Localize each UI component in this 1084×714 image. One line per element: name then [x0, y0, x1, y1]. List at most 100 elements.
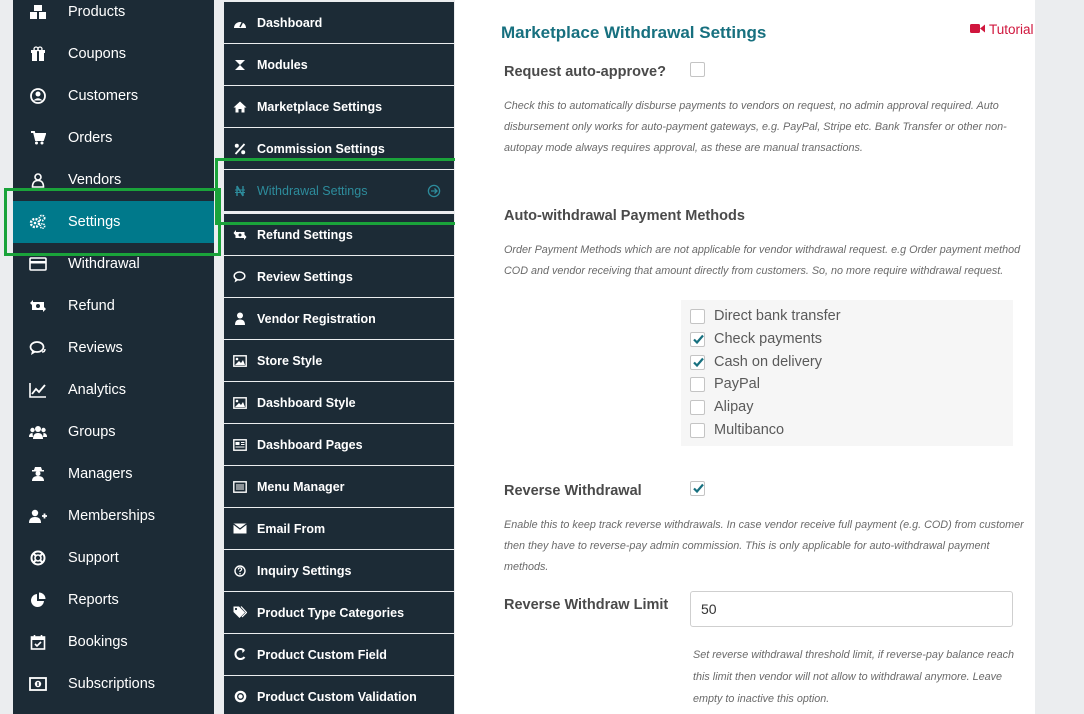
menu-item-customers[interactable]: Customers	[13, 75, 214, 117]
user-secret-icon	[29, 465, 47, 483]
tachometer-icon	[233, 16, 247, 30]
settings-item-label: Product Custom Field	[257, 647, 387, 662]
alipay-checkbox[interactable]	[690, 399, 705, 415]
arrow-right-circle-icon	[427, 184, 441, 198]
settings-item-label: Review Settings	[257, 269, 353, 284]
reverse-withdrawal-label: Reverse Withdrawal	[504, 483, 642, 499]
settings-item-label: Menu Manager	[257, 479, 345, 494]
settings-item-label: Vendor Registration	[257, 311, 376, 326]
settings-item-withdrawal[interactable]: Withdrawal Settings	[224, 170, 454, 211]
currency-icon	[233, 184, 247, 198]
exchange-icon	[233, 228, 247, 242]
auto-approve-label: Request auto-approve?	[504, 64, 666, 80]
pie-chart-icon	[29, 591, 47, 609]
line-chart-icon	[29, 381, 47, 399]
settings-item-label: Refund Settings	[257, 227, 353, 242]
settings-item-label: Dashboard	[257, 15, 323, 30]
settings-item-dashboard[interactable]: Dashboard	[224, 2, 454, 43]
image-icon	[233, 354, 247, 368]
settings-item-dashboard-pages[interactable]: Dashboard Pages	[224, 424, 454, 465]
settings-item-product-custom-field[interactable]: Product Custom Field	[224, 634, 454, 675]
menu-item-label: Support	[68, 550, 119, 566]
menu-item-withdrawal[interactable]: Withdrawal	[13, 243, 214, 285]
page-title: Marketplace Withdrawal Settings	[501, 23, 767, 42]
payment-method-label: Multibanco	[714, 422, 785, 438]
menu-item-groups[interactable]: Groups	[13, 411, 214, 453]
settings-item-modules[interactable]: Modules	[224, 44, 454, 85]
settings-item-menu-manager[interactable]: Menu Manager	[224, 466, 454, 507]
direct-bank-transfer-checkbox[interactable]	[690, 308, 705, 324]
video-camera-icon	[970, 22, 985, 37]
settings-item-refund[interactable]: Refund Settings	[224, 214, 454, 255]
menu-item-label: Products	[68, 4, 126, 20]
custom-field-icon	[233, 648, 247, 662]
user-icon	[233, 312, 247, 326]
credit-card-icon	[29, 255, 47, 273]
settings-item-label: Modules	[257, 57, 308, 72]
comments-icon	[233, 270, 247, 284]
settings-item-label: Inquiry Settings	[257, 563, 352, 578]
menu-item-managers[interactable]: Managers	[13, 453, 214, 495]
settings-item-product-custom-validation[interactable]: Product Custom Validation	[224, 676, 454, 714]
checkmark-icon	[693, 357, 704, 367]
payment-method-label: Check payments	[714, 331, 822, 347]
menu-item-orders[interactable]: Orders	[13, 117, 214, 159]
calendar-check-icon	[29, 633, 47, 651]
menu-item-label: Managers	[68, 466, 133, 482]
menu-item-reports[interactable]: Reports	[13, 579, 214, 621]
payment-method-option[interactable]: Direct bank transfer	[690, 306, 841, 326]
cash-on-delivery-checkbox[interactable]	[690, 354, 705, 370]
comments-icon	[29, 339, 47, 357]
settings-submenu: Dashboard Modules Marketplace Settings C…	[224, 0, 454, 714]
settings-item-review[interactable]: Review Settings	[224, 256, 454, 297]
payment-method-option[interactable]: Multibanco	[690, 420, 784, 440]
settings-item-email-from[interactable]: Email From	[224, 508, 454, 549]
menu-item-analytics[interactable]: Analytics	[13, 369, 214, 411]
reverse-withdrawal-checkbox[interactable]	[690, 481, 705, 496]
percent-icon	[233, 142, 247, 156]
menu-item-vendors[interactable]: Vendors	[13, 159, 214, 201]
menu-item-label: Groups	[68, 424, 116, 440]
tutorial-link[interactable]: Tutorial	[970, 22, 1034, 37]
payment-method-option[interactable]: Cash on delivery	[690, 352, 822, 372]
tutorial-label: Tutorial	[989, 22, 1034, 37]
menu-item-subscriptions[interactable]: Subscriptions	[13, 663, 214, 705]
settings-item-commission[interactable]: Commission Settings	[224, 128, 454, 169]
payment-method-label: Direct bank transfer	[714, 308, 841, 324]
envelope-icon	[233, 522, 247, 536]
settings-item-product-type-categories[interactable]: Product Type Categories	[224, 592, 454, 633]
settings-item-store-style[interactable]: Store Style	[224, 340, 454, 381]
payment-methods-list: Direct bank transfer Check payments Cash…	[681, 300, 1013, 446]
menu-item-refund[interactable]: Refund	[13, 285, 214, 327]
menu-item-coupons[interactable]: Coupons	[13, 33, 214, 75]
user-circle-icon	[29, 87, 47, 105]
menu-item-label: Withdrawal	[68, 256, 140, 272]
payment-method-option[interactable]: Alipay	[690, 397, 754, 417]
multibanco-checkbox[interactable]	[690, 422, 705, 438]
payment-method-option[interactable]: Check payments	[690, 329, 822, 349]
settings-item-dashboard-style[interactable]: Dashboard Style	[224, 382, 454, 423]
menu-item-bookings[interactable]: Bookings	[13, 621, 214, 663]
menu-item-settings[interactable]: Settings	[13, 201, 214, 243]
payment-method-option[interactable]: PayPal	[690, 374, 760, 394]
menu-item-support[interactable]: Support	[13, 537, 214, 579]
tags-icon	[233, 606, 247, 620]
validation-icon	[233, 690, 247, 704]
settings-item-label: Dashboard Pages	[257, 437, 363, 452]
home-icon	[233, 100, 247, 114]
settings-item-marketplace[interactable]: Marketplace Settings	[224, 86, 454, 127]
menu-item-products[interactable]: Products	[13, 0, 214, 33]
settings-item-vendor-registration[interactable]: Vendor Registration	[224, 298, 454, 339]
settings-item-label: Withdrawal Settings	[257, 183, 368, 198]
reverse-limit-input[interactable]: 50	[690, 591, 1013, 627]
auto-approve-checkbox[interactable]	[690, 62, 705, 77]
auto-approve-description: Check this to automatically disburse pay…	[504, 100, 1007, 154]
settings-item-label: Email From	[257, 521, 326, 536]
check-payments-checkbox[interactable]	[690, 331, 705, 347]
menu-item-reviews[interactable]: Reviews	[13, 327, 214, 369]
settings-item-inquiry[interactable]: Inquiry Settings	[224, 550, 454, 591]
modules-icon	[233, 58, 247, 72]
menu-item-memberships[interactable]: Memberships	[13, 495, 214, 537]
vendor-icon	[29, 171, 47, 189]
paypal-checkbox[interactable]	[690, 376, 705, 392]
